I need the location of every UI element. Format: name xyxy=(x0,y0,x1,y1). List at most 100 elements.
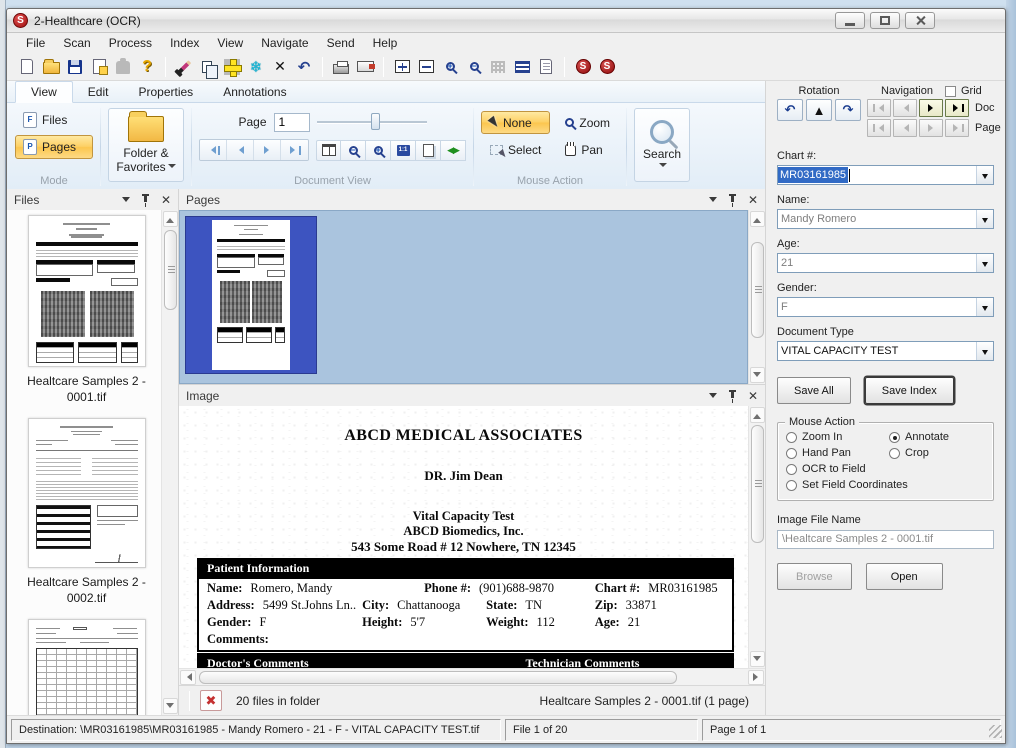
file-item-1[interactable]: Healtcare Samples 2 - 0001.tif xyxy=(14,215,159,414)
mouse-select-button[interactable]: Select xyxy=(481,138,550,161)
zoom-out-view-icon[interactable]: − xyxy=(341,140,366,161)
page-number-input[interactable] xyxy=(274,113,310,132)
image-horizontal-scrollbar[interactable] xyxy=(179,668,765,685)
tab-annotations[interactable]: Annotations xyxy=(208,82,301,102)
scroll-right-icon[interactable] xyxy=(748,670,764,685)
doctype-combobox[interactable]: VITAL CAPACITY TEST xyxy=(777,341,994,361)
image-vertical-scrollbar[interactable] xyxy=(748,406,765,668)
simpleindex-stop-icon[interactable]: S xyxy=(595,56,619,78)
file-thumbnail[interactable] xyxy=(28,619,146,715)
minimize-button[interactable] xyxy=(835,12,865,29)
properties-icon[interactable] xyxy=(87,56,111,78)
help-icon[interactable] xyxy=(135,56,159,78)
rotate-right-button[interactable]: ↷ xyxy=(835,99,861,121)
scrollbar-thumb[interactable] xyxy=(751,425,764,543)
last-page-button[interactable] xyxy=(281,140,308,160)
copy-icon[interactable] xyxy=(196,56,220,78)
radio-annotate[interactable]: Annotate xyxy=(889,431,949,443)
undo-icon[interactable] xyxy=(292,56,316,78)
send-mail-icon[interactable] xyxy=(353,56,377,78)
files-mode-button[interactable]: F Files xyxy=(15,108,93,132)
mouse-none-button[interactable]: None xyxy=(481,111,550,134)
scroll-down-icon[interactable] xyxy=(163,698,178,714)
pin-icon[interactable] xyxy=(728,390,737,401)
slider-thumb[interactable] xyxy=(371,113,380,130)
file-thumbnail[interactable] xyxy=(28,215,146,367)
panel-menu-icon[interactable] xyxy=(709,197,717,206)
notes-icon[interactable] xyxy=(534,56,558,78)
merge-split-icon[interactable] xyxy=(220,56,244,78)
gender-dropdown-icon[interactable] xyxy=(976,298,993,316)
first-doc-button[interactable] xyxy=(867,99,891,117)
mouse-zoom-button[interactable]: Zoom xyxy=(556,111,619,134)
panel-menu-icon[interactable] xyxy=(122,197,130,206)
grid-checkbox[interactable] xyxy=(945,86,956,97)
rotate-left-button[interactable]: ↶ xyxy=(777,99,803,121)
scroll-up-icon[interactable] xyxy=(750,407,765,423)
index-fields-icon[interactable] xyxy=(510,56,534,78)
menu-scan[interactable]: Scan xyxy=(54,34,99,52)
save-index-button[interactable]: Save Index xyxy=(865,377,954,404)
delete-icon[interactable] xyxy=(268,56,292,78)
menu-view[interactable]: View xyxy=(208,34,252,52)
first-page-nav-button[interactable] xyxy=(867,119,891,137)
pages-scrollbar[interactable] xyxy=(748,210,765,384)
menu-help[interactable]: Help xyxy=(364,34,407,52)
menu-navigate[interactable]: Navigate xyxy=(252,34,317,52)
menu-process[interactable]: Process xyxy=(100,34,161,52)
pages-mode-button[interactable]: P Pages xyxy=(15,135,93,159)
mouse-pan-button[interactable]: Pan xyxy=(556,138,619,161)
resize-grip[interactable] xyxy=(989,725,1002,738)
menu-file[interactable]: File xyxy=(17,34,54,52)
next-page-nav-button[interactable] xyxy=(919,119,943,137)
scroll-down-icon[interactable] xyxy=(750,367,765,383)
scrollbar-thumb[interactable] xyxy=(164,230,177,310)
pin-icon[interactable] xyxy=(728,194,737,205)
tab-view[interactable]: View xyxy=(15,81,73,103)
last-page-nav-button[interactable] xyxy=(945,119,969,137)
first-page-button[interactable] xyxy=(200,140,227,160)
radio-zoom-in[interactable]: Zoom In xyxy=(786,431,889,443)
fit-width-view-icon[interactable]: ◀▶ xyxy=(441,140,466,161)
zoom-slider[interactable] xyxy=(317,113,427,131)
close-panel-icon[interactable] xyxy=(748,195,758,205)
fit-page-icon[interactable] xyxy=(390,56,414,78)
folder-favorites-button[interactable]: Folder & Favorites xyxy=(108,108,184,182)
save-icon[interactable] xyxy=(63,56,87,78)
scrollbar-thumb[interactable] xyxy=(199,671,677,684)
pin-icon[interactable] xyxy=(141,194,150,205)
actual-size-icon[interactable]: 1:1 xyxy=(391,140,416,161)
next-page-button[interactable] xyxy=(254,140,281,160)
doctype-dropdown-icon[interactable] xyxy=(976,342,993,360)
scroll-up-icon[interactable] xyxy=(750,211,765,227)
panel-menu-icon[interactable] xyxy=(709,393,717,402)
file-thumbnail[interactable] xyxy=(28,418,146,568)
zoom-in-icon[interactable]: + xyxy=(438,56,462,78)
print-icon[interactable] xyxy=(329,56,353,78)
image-file-name-input[interactable]: \Healtcare Samples 2 - 0001.tif xyxy=(777,530,994,549)
fit-width-icon[interactable] xyxy=(414,56,438,78)
rotate-flip-button[interactable]: ▲ xyxy=(806,99,832,121)
age-combobox[interactable]: 21 xyxy=(777,253,994,273)
open-button[interactable]: Open xyxy=(866,563,943,590)
menu-send[interactable]: Send xyxy=(318,34,364,52)
close-panel-icon[interactable] xyxy=(161,195,171,205)
close-button[interactable] xyxy=(905,12,935,29)
save-all-button[interactable]: Save All xyxy=(777,377,851,404)
tab-edit[interactable]: Edit xyxy=(73,82,124,102)
zoom-out-icon[interactable]: − xyxy=(462,56,486,78)
scroll-up-icon[interactable] xyxy=(163,211,178,227)
next-doc-button[interactable] xyxy=(919,99,943,117)
document-image-view[interactable]: ABCD MEDICAL ASSOCIATES DR. Jim Dean Vit… xyxy=(179,406,748,668)
last-doc-button[interactable] xyxy=(945,99,969,117)
previous-page-nav-button[interactable] xyxy=(893,119,917,137)
tab-properties[interactable]: Properties xyxy=(123,82,208,102)
zoom-in-view-icon[interactable]: + xyxy=(366,140,391,161)
radio-hand-pan[interactable]: Hand Pan xyxy=(786,447,889,459)
delete-file-button[interactable]: ✖ xyxy=(200,690,222,711)
previous-page-button[interactable] xyxy=(227,140,254,160)
selected-page-thumbnail[interactable] xyxy=(185,216,317,374)
chart-combobox[interactable]: MR03161985 xyxy=(777,165,994,185)
maximize-button[interactable] xyxy=(870,12,900,29)
file-item-3[interactable] xyxy=(14,619,159,715)
